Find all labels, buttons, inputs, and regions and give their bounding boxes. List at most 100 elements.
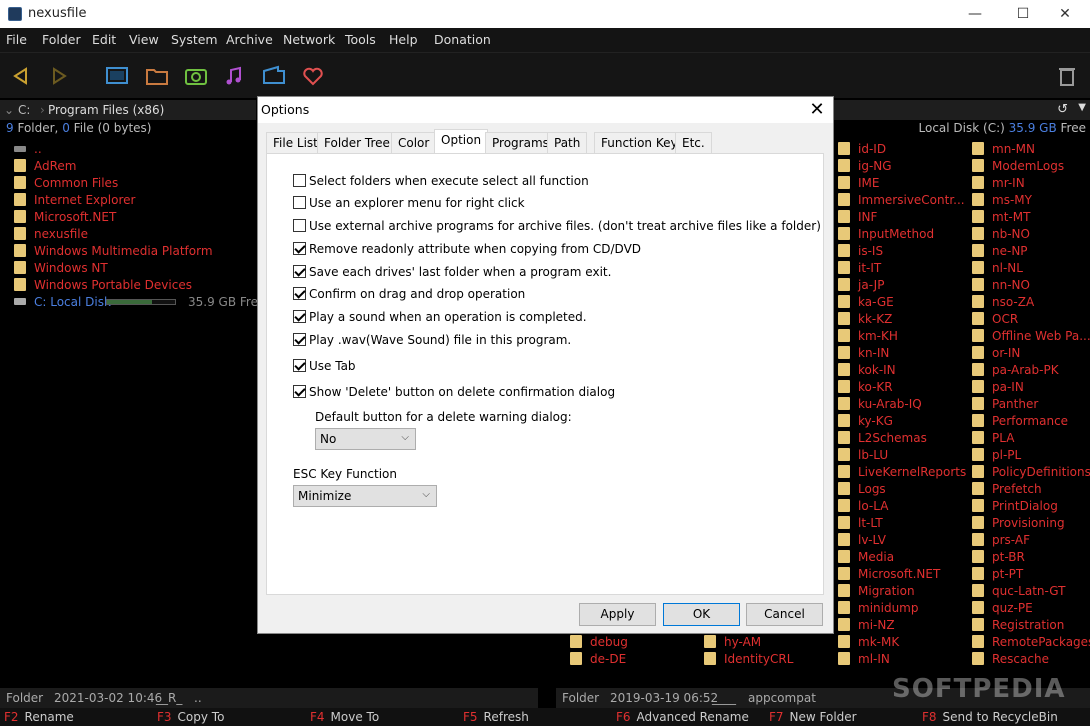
option-use-tab[interactable]: Use Tab <box>293 359 356 373</box>
list-item[interactable]: OCR <box>972 312 1018 329</box>
list-item[interactable]: InputMethod <box>838 227 934 244</box>
screen-icon[interactable] <box>102 61 132 91</box>
tab-function-key[interactable]: Function Key <box>594 132 685 154</box>
list-item[interactable]: ig-NG <box>838 159 892 176</box>
list-item[interactable]: nexusfile <box>14 227 88 244</box>
list-item[interactable]: minidump <box>838 601 919 618</box>
list-item[interactable]: ko-KR <box>838 380 893 397</box>
list-item[interactable]: nso-ZA <box>972 295 1034 312</box>
list-item[interactable]: km-KH <box>838 329 898 346</box>
option-show-delete-button[interactable]: Show 'Delete' button on delete confirmat… <box>293 385 615 399</box>
option-remove-readonly[interactable]: Remove readonly attribute when copying f… <box>293 242 641 256</box>
list-item[interactable]: RemotePackages <box>972 635 1090 652</box>
fn-advanced-rename[interactable]: F6 Advanced Rename <box>616 710 749 724</box>
menu-donation[interactable]: Donation <box>434 32 491 47</box>
list-item[interactable]: PolicyDefinitions <box>972 465 1090 482</box>
list-item[interactable]: ka-GE <box>838 295 894 312</box>
list-item[interactable]: IME <box>838 176 879 193</box>
fn-refresh[interactable]: F5 Refresh <box>463 710 529 724</box>
checkbox[interactable] <box>293 310 306 323</box>
tab-path[interactable]: Path <box>547 132 588 154</box>
minimize-button[interactable]: — <box>952 0 998 28</box>
default-button-select[interactable]: No ⌵ <box>315 428 416 450</box>
list-item[interactable]: id-ID <box>838 142 886 159</box>
list-item[interactable]: prs-AF <box>972 533 1030 550</box>
list-item[interactable]: ModemLogs <box>972 159 1064 176</box>
heart-icon[interactable] <box>298 61 328 91</box>
menu-network[interactable]: Network <box>283 32 335 47</box>
list-item[interactable]: PrintDialog <box>972 499 1058 516</box>
list-item[interactable]: ne-NP <box>972 244 1028 261</box>
list-item[interactable]: mt-MT <box>972 210 1030 227</box>
list-item[interactable]: kok-IN <box>838 363 896 380</box>
fn-copy-to[interactable]: F3 Copy To <box>157 710 224 724</box>
list-item[interactable]: pt-PT <box>972 567 1023 584</box>
list-item[interactable]: lt-LT <box>838 516 883 533</box>
list-item[interactable]: lo-LA <box>838 499 888 516</box>
checkbox[interactable] <box>293 333 306 346</box>
drive-item[interactable]: C: Local Disk 35.9 GB Free <box>14 295 265 312</box>
list-item[interactable]: Microsoft.NET <box>14 210 116 227</box>
checkbox[interactable] <box>293 196 306 209</box>
list-item[interactable]: IdentityCRL <box>704 652 793 669</box>
list-item[interactable]: Provisioning <box>972 516 1065 533</box>
list-item[interactable]: Logs <box>838 482 886 499</box>
list-item[interactable]: is-IS <box>838 244 883 261</box>
menu-file[interactable]: File <box>6 32 27 47</box>
list-item[interactable]: pt-BR <box>972 550 1025 567</box>
list-item[interactable]: Internet Explorer <box>14 193 135 210</box>
folder-icon[interactable] <box>142 61 172 91</box>
checkbox[interactable] <box>293 265 306 278</box>
menu-view[interactable]: View <box>129 32 159 47</box>
option-confirm-drag-drop[interactable]: Confirm on drag and drop operation <box>293 287 525 301</box>
list-item[interactable]: pa-IN <box>972 380 1024 397</box>
left-path-bar[interactable]: ⌄ C: › Program Files (x86) <box>0 100 256 120</box>
menu-edit[interactable]: Edit <box>92 32 116 47</box>
drive-label[interactable]: C: <box>18 103 30 117</box>
list-item[interactable]: AdRem <box>14 159 77 176</box>
close-icon[interactable]: ✕ <box>807 99 827 120</box>
menu-tools[interactable]: Tools <box>345 32 376 47</box>
list-item[interactable]: INF <box>838 210 877 227</box>
list-item[interactable]: Windows Portable Devices <box>14 278 192 295</box>
right-path-bar[interactable]: ↺ ▼ <box>834 100 1090 120</box>
list-item[interactable]: quc-Latn-GT <box>972 584 1065 601</box>
trash-icon[interactable] <box>1052 61 1082 91</box>
list-item[interactable]: Offline Web Pa... <box>972 329 1090 346</box>
camera-icon[interactable] <box>181 61 211 91</box>
checkbox[interactable] <box>293 287 306 300</box>
menu-help[interactable]: Help <box>389 32 418 47</box>
apply-button[interactable]: Apply <box>579 603 656 626</box>
list-item[interactable]: lv-LV <box>838 533 886 550</box>
music-icon[interactable] <box>220 61 250 91</box>
list-item[interactable]: mk-MK <box>838 635 899 652</box>
list-item[interactable]: Migration <box>838 584 915 601</box>
list-item[interactable]: or-IN <box>972 346 1020 363</box>
list-item[interactable]: ky-KG <box>838 414 893 431</box>
ok-button[interactable]: OK <box>663 603 740 626</box>
fn-new-folder[interactable]: F7 New Folder <box>769 710 857 724</box>
list-item[interactable]: Prefetch <box>972 482 1042 499</box>
list-item[interactable]: kn-IN <box>838 346 889 363</box>
list-item[interactable]: lb-LU <box>838 448 888 465</box>
list-item[interactable]: debug <box>570 635 628 652</box>
fn-rename[interactable]: F2 Rename <box>4 710 74 724</box>
option-explorer-menu[interactable]: Use an explorer menu for right click <box>293 196 525 210</box>
checkbox[interactable] <box>293 242 306 255</box>
maximize-button[interactable]: ☐ <box>1000 0 1046 28</box>
list-item[interactable]: Common Files <box>14 176 118 193</box>
list-item[interactable]: .. <box>14 142 42 159</box>
esc-key-select[interactable]: Minimize ⌵ <box>293 485 437 507</box>
checkbox[interactable] <box>293 219 306 232</box>
list-item[interactable]: ku-Arab-IQ <box>838 397 922 414</box>
chevron-down-icon[interactable]: ⌄ <box>4 103 14 117</box>
list-item[interactable]: Rescache <box>972 652 1049 669</box>
tab-programs[interactable]: Programs <box>485 132 556 154</box>
list-item[interactable]: PLA <box>972 431 1014 448</box>
option-external-archive[interactable]: Use external archive programs for archiv… <box>293 219 821 233</box>
refresh-icon[interactable]: ↺ <box>1057 102 1068 117</box>
checkbox[interactable] <box>293 174 306 187</box>
list-item[interactable]: pa-Arab-PK <box>972 363 1059 380</box>
menu-system[interactable]: System <box>171 32 218 47</box>
list-item[interactable]: mr-IN <box>972 176 1025 193</box>
